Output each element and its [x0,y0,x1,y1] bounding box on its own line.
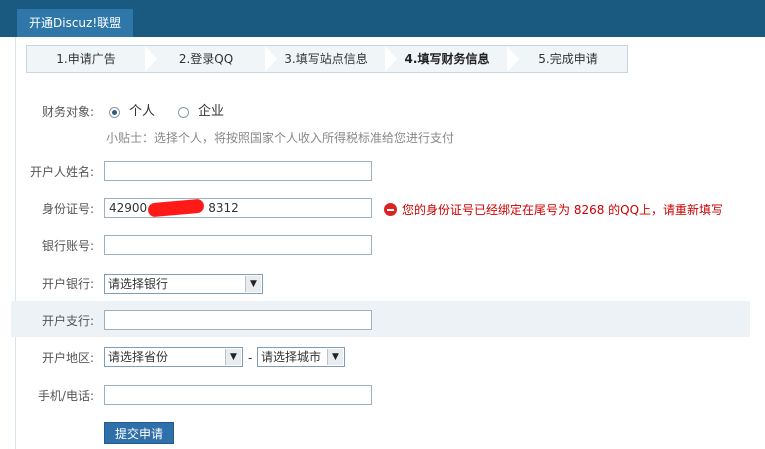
personal-radio[interactable] [109,107,120,118]
step-1: 1.申请广告 [27,46,157,72]
top-bar: 开通Discuz!联盟 [0,0,765,43]
bank-select[interactable]: 请选择银行 ▼ [104,274,263,294]
tip-text: 小贴士：选择个人，将按照国家个人收入所得税标准给您进行支付 [106,131,455,145]
step-2: 2.登录QQ [147,46,277,72]
province-selected-value: 请选择省份 [108,350,169,364]
region-label: 开户地区: [41,351,94,365]
bank-selected-value: 请选择银行 [108,277,169,291]
id-number-prefix: 42900 [109,201,148,215]
city-selected-value: 请选择城市 [261,350,322,364]
id-number-input[interactable]: 42900 8312 [104,198,372,218]
phone-label: 手机/电话: [37,389,94,403]
step-1-label: 1.申请广告 [56,52,116,66]
id-number-suffix: 8312 [208,201,239,215]
step-2-label: 2.登录QQ [178,52,234,66]
bank-account-input[interactable] [104,235,372,255]
chevron-down-icon[interactable]: ▼ [327,349,343,365]
id-error-message: 您的身份证号已经绑定在尾号为 8268 的QQ上，请重新填写 [384,201,723,219]
phone-input[interactable] [104,385,372,405]
chevron-down-icon[interactable]: ▼ [225,349,241,365]
account-holder-name-label: 开户人姓名: [29,165,94,179]
step-4-label: 4.填写财务信息 [404,52,490,66]
company-radio[interactable] [178,107,189,118]
step-3-label: 3.填写站点信息 [284,52,368,66]
branch-label: 开户支行: [41,314,94,328]
bank-account-label: 银行账号: [41,239,94,253]
step-5-label: 5.完成申请 [538,52,598,66]
id-error-text: 您的身份证号已经绑定在尾号为 8268 的QQ上，请重新填写 [402,203,724,217]
province-select[interactable]: 请选择省份 ▼ [104,347,243,367]
page-title: 开通Discuz!联盟 [17,9,134,43]
company-option-label[interactable]: 企业 [198,101,224,123]
id-number-label: 身份证号: [41,202,94,216]
bank-label: 开户银行: [41,277,94,291]
progress-steps: 1.申请广告 2.登录QQ 3.填写站点信息 4.填写财务信息 5.完成申请 [26,45,628,73]
personal-option-label[interactable]: 个人 [129,101,155,123]
chevron-down-icon[interactable]: ▼ [245,276,261,292]
error-icon [384,203,397,216]
branch-input[interactable] [104,310,372,330]
step-4: 4.填写财务信息 [387,46,519,72]
finance-target-label: 财务对象: [41,105,94,119]
account-holder-name-input[interactable] [104,161,372,181]
submit-application-button[interactable]: 提交申请 [104,422,174,444]
city-select[interactable]: 请选择城市 ▼ [257,347,345,367]
step-5: 5.完成申请 [509,46,627,72]
step-3: 3.填写站点信息 [267,46,397,72]
region-separator: - [248,351,253,365]
